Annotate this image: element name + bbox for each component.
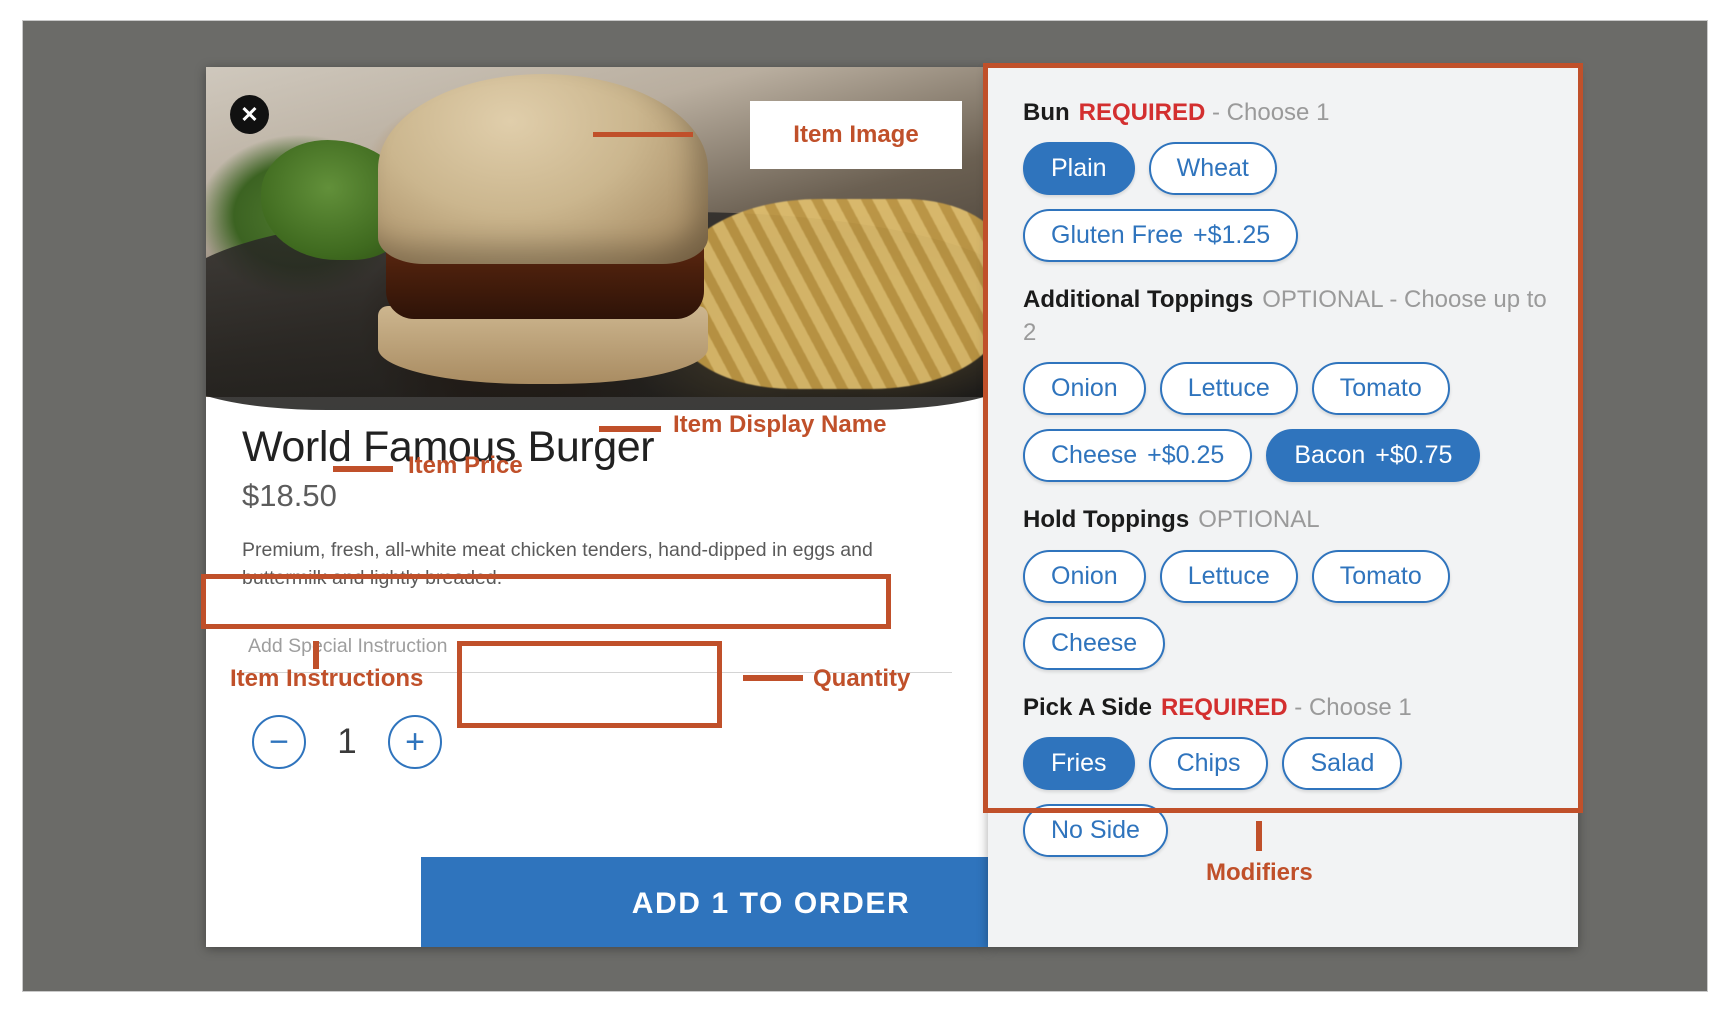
item-detail-card: ✕ World Famous Burger $18.50 Premium, fr… xyxy=(206,67,988,947)
screenshot-backdrop: ✕ World Famous Burger $18.50 Premium, fr… xyxy=(22,20,1708,992)
annotation-box-item-instructions xyxy=(201,574,891,629)
annotation-leader-modifiers xyxy=(1256,821,1262,851)
annotation-box-quantity xyxy=(457,641,722,728)
add-to-order-button[interactable]: ADD 1 TO ORDER xyxy=(421,857,988,947)
fries-shape xyxy=(673,199,988,389)
quantity-stepper: − 1 + xyxy=(242,713,452,771)
annotation-label-item-price: Item Price xyxy=(408,452,523,479)
item-price: $18.50 xyxy=(242,478,337,513)
modifier-option-label: No Side xyxy=(1051,815,1140,844)
close-icon[interactable]: ✕ xyxy=(230,95,269,134)
decrease-quantity-button[interactable]: − xyxy=(252,714,306,769)
item-price-row: $18.50 xyxy=(242,472,952,514)
annotation-leader-item-display-name xyxy=(599,426,661,432)
increase-quantity-button[interactable]: + xyxy=(388,714,442,769)
annotation-label-item-display-name: Item Display Name xyxy=(673,411,887,438)
annotation-leader-item-image xyxy=(593,132,693,137)
annotation-label-quantity: Quantity xyxy=(813,665,911,692)
bun-top-shape xyxy=(378,73,709,264)
annotation-label-item-image: Item Image xyxy=(750,101,962,169)
annotation-leader-item-price xyxy=(333,466,393,472)
annotation-leader-quantity xyxy=(743,675,803,681)
annotation-label-item-instructions: Item Instructions xyxy=(230,665,424,692)
annotation-box-modifiers xyxy=(983,63,1583,813)
quantity-value: 1 xyxy=(337,721,357,761)
annotation-label-modifiers: Modifiers xyxy=(1206,859,1313,886)
